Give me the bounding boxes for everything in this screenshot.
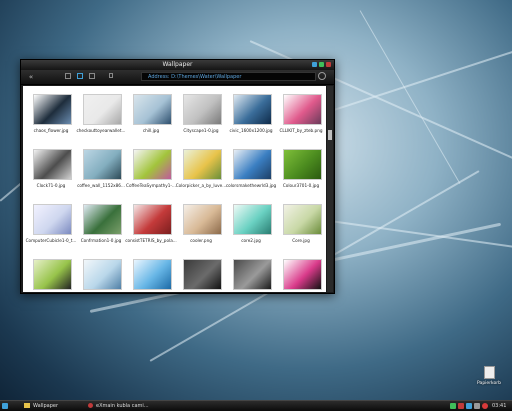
file-name: Core.jpg (292, 238, 310, 243)
update-icon[interactable] (466, 403, 472, 409)
file-thumbnail (133, 149, 172, 180)
icon-view-icon[interactable] (77, 73, 83, 79)
file-item[interactable] (225, 253, 275, 292)
file-thumbnail (83, 149, 122, 180)
file-item[interactable]: Clock71-0.jpg (25, 143, 75, 201)
file-thumbnail (233, 94, 272, 125)
file-name: core2.jpg (241, 238, 261, 243)
explorer-window: Wallpaper « Address: D:\Themes\Water\Wal… (20, 59, 335, 294)
file-thumbnail (233, 204, 272, 235)
file-thumbnail (133, 94, 172, 125)
file-thumbnail (183, 94, 222, 125)
maximize-button[interactable] (319, 62, 324, 67)
security-icon[interactable] (458, 403, 464, 409)
recycle-bin[interactable]: Papierkorb (476, 366, 502, 386)
folder-up-icon[interactable] (109, 73, 113, 78)
details-view-icon[interactable] (89, 73, 95, 79)
file-thumbnail (33, 149, 72, 180)
list-view-icon[interactable] (65, 73, 71, 79)
file-item[interactable]: Cityscape1-0.jpg (175, 88, 225, 146)
file-thumbnail (83, 259, 122, 290)
file-item[interactable]: CoffeeTeaSympathy1-... (125, 143, 176, 201)
file-item[interactable]: CLLIKIT_by_zteb.png (275, 88, 325, 146)
start-button[interactable] (2, 403, 8, 409)
file-item[interactable]: consistTETRIS_by_pola... (125, 198, 177, 256)
file-name: chaos_flower.jpg (33, 128, 69, 133)
file-name: cooler.png (190, 238, 212, 243)
file-item[interactable]: ComputerCubicle1-0_t... (25, 198, 76, 256)
file-thumbnail (83, 204, 122, 235)
address-bar[interactable]: Address: D:\Themes\Water\Wallpaper (141, 72, 316, 81)
file-thumbnail (283, 149, 322, 180)
file-item[interactable]: colorsmakethewrld3.jpg (225, 143, 276, 201)
file-item[interactable]: Colour3701-0.jpg (275, 143, 325, 201)
file-name: CoffeeTeaSympathy1-... (126, 183, 176, 188)
file-thumbnail (283, 259, 322, 290)
file-item[interactable]: civic_1600x1200.jpg (225, 88, 275, 146)
file-thumbnail (133, 204, 172, 235)
taskbar-item-app[interactable]: eXmain kubla cami... (88, 402, 178, 410)
volume-icon[interactable] (474, 403, 480, 409)
file-thumbnail (183, 259, 222, 290)
back-button[interactable]: « (27, 73, 35, 81)
file-thumbnail (33, 204, 72, 235)
file-name: chill.jpg (142, 128, 160, 133)
window-title: Wallpaper (162, 61, 193, 68)
file-thumbnail (83, 94, 122, 125)
file-item[interactable]: coffee_wall_1152x86... (75, 143, 125, 201)
app-icon (88, 403, 93, 408)
file-item[interactable]: Core.jpg (275, 198, 325, 256)
file-thumbnail (283, 204, 322, 235)
folder-icon (24, 403, 30, 408)
file-item[interactable] (275, 253, 325, 292)
file-item[interactable]: chaos_flower.jpg (25, 88, 75, 146)
file-item[interactable]: checkouttoyearwallet... (75, 88, 126, 146)
file-thumbnail (183, 149, 222, 180)
vertical-scrollbar[interactable] (327, 86, 333, 292)
taskbar: Wallpaper eXmain kubla cami... 03:41 (0, 400, 512, 411)
file-name: checkouttoyearwallet... (76, 128, 126, 133)
file-view[interactable]: chaos_flower.jpg checkouttoyearwallet... c… (23, 86, 326, 292)
taskbar-item-wallpaper[interactable]: Wallpaper (24, 402, 82, 410)
file-name: coffee_wall_1152x86... (77, 183, 125, 188)
scrollbar-thumb[interactable] (328, 130, 332, 140)
file-name: colorsmakethewrld3.jpg (225, 183, 277, 188)
file-item[interactable] (75, 253, 125, 292)
file-name: Colour3701-0.jpg (282, 183, 320, 188)
window-titlebar[interactable]: Wallpaper (21, 60, 334, 70)
network-icon[interactable] (450, 403, 456, 409)
file-name: Colorpicker_a_by_luve... (175, 183, 227, 188)
file-item[interactable] (25, 253, 75, 292)
file-thumbnail (283, 94, 322, 125)
file-name: civic_1600x1200.jpg (229, 128, 273, 133)
file-item[interactable]: cooler.png (175, 198, 225, 256)
file-item[interactable]: chill.jpg (125, 88, 175, 146)
file-thumbnail (133, 259, 172, 290)
file-thumbnail (233, 149, 272, 180)
file-thumbnail (183, 204, 222, 235)
file-item[interactable] (125, 253, 175, 292)
file-name: CLLIKIT_by_zteb.png (279, 128, 323, 133)
window-toolbar: « Address: D:\Themes\Water\Wallpaper (21, 70, 334, 85)
file-item[interactable]: core2.jpg (225, 198, 275, 256)
file-name: consistTETRIS_by_pola... (125, 238, 177, 243)
taskbar-item-label: Wallpaper (33, 403, 59, 409)
file-thumbnail (33, 94, 72, 125)
close-button[interactable] (326, 62, 331, 67)
file-name: Clock71-0.jpg (36, 183, 66, 188)
recycle-bin-icon (483, 366, 495, 379)
file-item[interactable]: Colorpicker_a_by_luve... (175, 143, 226, 201)
file-name: ComputerCubicle1-0_t... (25, 238, 77, 243)
file-name: Confrmation1-0.jpg (80, 238, 122, 243)
gear-icon[interactable] (318, 72, 326, 80)
file-thumbnail (233, 259, 272, 290)
file-thumbnail (33, 259, 72, 290)
file-item[interactable] (175, 253, 225, 292)
minimize-button[interactable] (312, 62, 317, 67)
file-name: Cityscape1-0.jpg (183, 128, 219, 133)
recycle-bin-label: Papierkorb (477, 381, 501, 386)
alert-icon[interactable] (482, 403, 488, 409)
file-item[interactable]: Confrmation1-0.jpg (75, 198, 125, 256)
taskbar-item-label: eXmain kubla cami... (96, 403, 149, 409)
